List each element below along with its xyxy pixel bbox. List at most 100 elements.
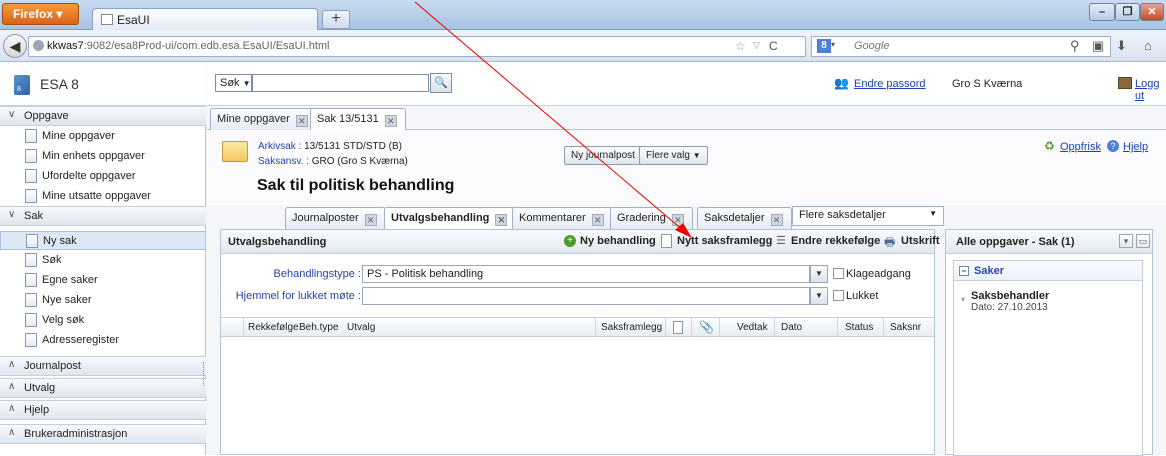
bookmark-star-icon[interactable]: ☆ xyxy=(735,39,746,53)
tab-utvalgsbehandling[interactable]: Utvalgsbehandling ✕ xyxy=(384,207,517,230)
app-title: ESA 8 xyxy=(40,76,79,92)
column-header-committee[interactable]: Utvalg xyxy=(347,322,375,333)
change-order-button[interactable]: Endre rekkefølge xyxy=(791,235,880,247)
home-icon[interactable]: ⌂ xyxy=(1144,38,1152,53)
logout-icon xyxy=(1118,77,1132,89)
treatment-type-field[interactable]: PS - Politisk behandling xyxy=(362,265,810,283)
close-icon[interactable]: ✕ xyxy=(671,214,684,226)
close-icon[interactable]: ✕ xyxy=(591,214,604,226)
column-header-case-number[interactable]: Saksnr xyxy=(890,322,921,333)
column-header-status[interactable]: Status xyxy=(845,322,873,333)
cases-group-header[interactable]: − Saker xyxy=(954,261,1142,281)
task-title[interactable]: Saksbehandler xyxy=(971,290,1049,302)
print-button[interactable]: Utskrift xyxy=(901,235,940,247)
sidebar-item-label: Min enhets oppgaver xyxy=(42,150,145,162)
column-header-date[interactable]: Dato xyxy=(781,322,802,333)
closed-label: Lukket xyxy=(846,290,879,302)
sidebar-item-adresseregister[interactable]: Adresseregister xyxy=(0,331,206,350)
logout-link[interactable]: Logg ut xyxy=(1135,78,1166,102)
refresh-link[interactable]: Oppfrisk xyxy=(1060,141,1101,153)
more-choices-button[interactable]: Flere valg ▼ xyxy=(639,146,708,165)
chevron-down-icon: ▼ xyxy=(242,79,251,88)
close-icon[interactable]: ✕ xyxy=(495,214,508,226)
new-treatment-button[interactable]: Ny behandling xyxy=(580,235,656,247)
sidebar-item-nye-saker[interactable]: Nye saker xyxy=(0,291,206,310)
appeal-checkbox[interactable] xyxy=(833,268,844,279)
panel-header: Utvalgsbehandling + Ny behandling Nytt s… xyxy=(221,230,940,254)
tab-mine-oppgaver[interactable]: Mine oppgaver ✕ xyxy=(210,108,317,130)
close-icon[interactable]: ✕ xyxy=(295,115,308,127)
panel-maximize-button[interactable]: ▭ xyxy=(1136,234,1150,248)
folder-icon xyxy=(222,141,248,162)
new-case-doc-button[interactable]: Nytt saksframlegg xyxy=(677,235,772,247)
close-window-button[interactable]: ✕ xyxy=(1140,3,1164,21)
tab-kommentarer[interactable]: Kommentarer ✕ xyxy=(512,207,613,229)
close-icon[interactable]: ✕ xyxy=(364,214,377,226)
sidebar-item-mine-oppgaver[interactable]: Mine oppgaver xyxy=(0,127,206,146)
column-header-order[interactable]: Rekkefølge xyxy=(248,322,299,333)
sidebar-item-velg-sok[interactable]: Velg søk xyxy=(0,311,206,330)
sidebar-item-label: Nye saker xyxy=(42,294,92,306)
help-link[interactable]: Hjelp xyxy=(1123,141,1148,153)
app-search-input[interactable] xyxy=(252,74,429,92)
new-tab-button[interactable]: + xyxy=(322,10,350,29)
closed-checkbox[interactable] xyxy=(833,290,844,301)
more-details-select[interactable]: Flere saksdetaljer ▼ xyxy=(792,206,944,226)
tab-saksdetaljer[interactable]: Saksdetaljer ✕ xyxy=(697,207,792,229)
sidebar-item-ufordelte-oppgaver[interactable]: Ufordelte oppgaver xyxy=(0,167,206,186)
reload-icon[interactable]: C xyxy=(769,39,778,53)
sidebar-item-egne-saker[interactable]: Egne saker xyxy=(0,271,206,290)
tab-gradering[interactable]: Gradering ✕ xyxy=(610,207,693,229)
back-button[interactable]: ◀ xyxy=(3,34,27,58)
bookmarks-icon[interactable]: ▣ xyxy=(1092,38,1104,54)
app-search-button[interactable]: 🔍 xyxy=(430,73,452,93)
browser-tab-title: EsaUI xyxy=(117,13,150,27)
tab-sak-13-5131[interactable]: Sak 13/5131 ✕ xyxy=(310,108,406,131)
closed-meeting-authority-dropdown[interactable]: ▼ xyxy=(810,287,828,305)
firefox-menu-button[interactable]: Firefox ▾ xyxy=(2,3,79,25)
sidebar-item-sok[interactable]: Søk xyxy=(0,251,206,270)
search-engine-icon[interactable]: 8 xyxy=(817,39,831,53)
search-go-icon[interactable]: ⚲ xyxy=(1070,38,1080,54)
tab-label: Mine oppgaver xyxy=(217,113,290,125)
column-divider xyxy=(595,318,596,337)
history-dropdown-icon[interactable]: ▽ xyxy=(753,40,760,51)
minimize-button[interactable]: – xyxy=(1089,3,1115,21)
maximize-button[interactable]: ❐ xyxy=(1115,3,1140,21)
downloads-icon[interactable]: ⬇ xyxy=(1116,38,1127,54)
search-type-select[interactable]: Søk ▼ xyxy=(215,74,252,92)
close-icon[interactable]: ✕ xyxy=(384,115,397,127)
sidebar-item-min-enhets-oppgaver[interactable]: Min enhets oppgaver xyxy=(0,147,206,166)
tasks-panel: Alle oppgaver - Sak (1) ▾ ▭ − Saker ▾ Sak… xyxy=(945,229,1153,456)
section-brukeradministrasjon[interactable]: ∧ Brukeradministrasjon xyxy=(0,424,206,444)
browser-tab[interactable]: EsaUI xyxy=(92,8,318,30)
column-header-case-doc[interactable]: Saksframlegg xyxy=(601,322,662,333)
change-password-link[interactable]: Endre passord xyxy=(854,78,926,90)
section-utvalg[interactable]: ∧ Utvalg xyxy=(0,378,206,398)
column-divider xyxy=(691,318,692,337)
closed-meeting-authority-field[interactable] xyxy=(362,287,810,305)
section-sak[interactable]: ∨ Sak xyxy=(0,206,206,226)
section-journalpost[interactable]: ∧ Journalpost xyxy=(0,356,206,376)
esa-logo-icon: 8 xyxy=(14,75,30,95)
url-bar[interactable]: kkwas7:9082/esa8Prod-ui/com.edb.esa.EsaU… xyxy=(28,36,806,57)
search-bar[interactable]: Google xyxy=(811,36,1111,57)
treatment-type-dropdown[interactable]: ▼ xyxy=(810,265,828,283)
column-header-decision[interactable]: Vedtak xyxy=(737,322,768,333)
tab-label: Saksdetaljer xyxy=(704,212,765,224)
globe-icon xyxy=(33,40,44,51)
collapse-icon[interactable]: − xyxy=(959,266,969,276)
section-hjelp[interactable]: ∧ Hjelp xyxy=(0,400,206,420)
new-journalpost-button[interactable]: Ny journalpost xyxy=(564,146,642,165)
sidebar-item-ny-sak[interactable]: Ny sak xyxy=(0,231,206,250)
sidebar-resize-handle[interactable] xyxy=(203,362,206,386)
sidebar-item-mine-utsatte-oppgaver[interactable]: Mine utsatte oppgaver xyxy=(0,187,206,206)
column-header-beh-type[interactable]: Beh.type xyxy=(299,322,338,333)
more-choices-label: Flere valg xyxy=(646,150,690,161)
close-icon[interactable]: ✕ xyxy=(770,214,783,226)
engine-dropdown-icon[interactable]: ▾ xyxy=(831,40,835,49)
section-oppgave[interactable]: ∨ Oppgave xyxy=(0,106,206,126)
sidebar-item-label: Søk xyxy=(42,254,62,266)
panel-menu-button[interactable]: ▾ xyxy=(1119,234,1133,248)
tab-journalposter[interactable]: Journalposter ✕ xyxy=(285,207,386,229)
